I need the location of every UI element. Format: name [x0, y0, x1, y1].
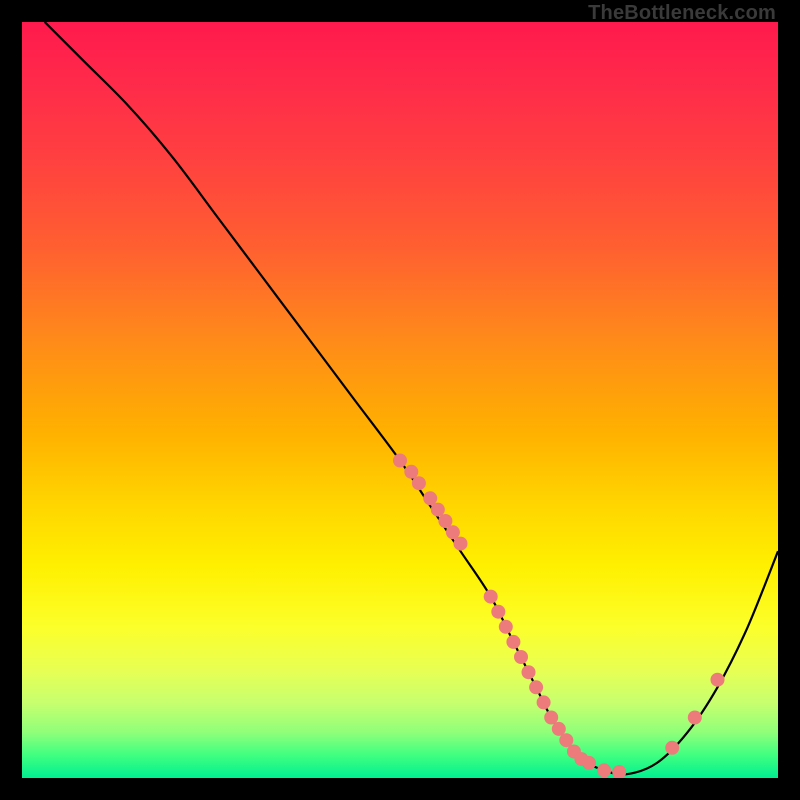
data-point: [484, 590, 498, 604]
data-point: [529, 680, 543, 694]
data-point: [688, 711, 702, 725]
data-point: [597, 763, 611, 777]
chart-plot-area: [22, 22, 778, 778]
data-point: [404, 465, 418, 479]
data-point: [412, 476, 426, 490]
data-point: [431, 503, 445, 517]
data-point: [499, 620, 513, 634]
chart-svg: [22, 22, 778, 778]
data-point: [491, 605, 505, 619]
data-point: [537, 695, 551, 709]
data-point: [665, 741, 679, 755]
data-point: [522, 665, 536, 679]
data-point: [506, 635, 520, 649]
data-point: [582, 756, 596, 770]
data-point: [544, 711, 558, 725]
data-point: [393, 454, 407, 468]
data-point: [612, 765, 626, 778]
data-point: [454, 537, 468, 551]
bottleneck-curve: [45, 22, 778, 775]
data-point: [711, 673, 725, 687]
attribution-label: TheBottleneck.com: [588, 2, 776, 25]
data-point: [514, 650, 528, 664]
